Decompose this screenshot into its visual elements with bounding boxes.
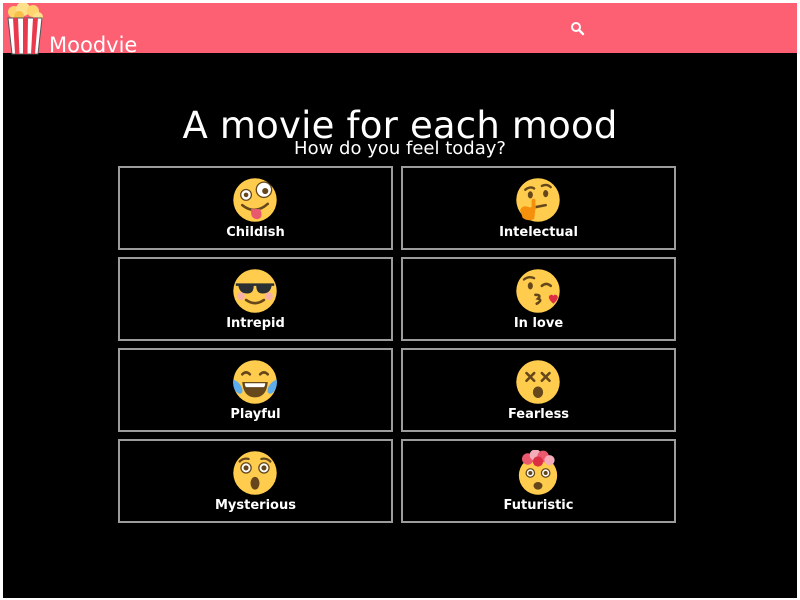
mood-label-in-love: In love: [513, 316, 564, 331]
mood-card-in-love[interactable]: In love: [401, 257, 676, 341]
page-frame: Moodvie A movie for each mood How do you…: [3, 3, 797, 598]
mood-card-childish[interactable]: Childish: [118, 166, 393, 250]
thinking-face-icon: [516, 178, 560, 222]
dizzy-face-icon: [516, 360, 560, 404]
mood-card-intrepid[interactable]: Intrepid: [118, 257, 393, 341]
astonished-face-icon: [233, 451, 277, 495]
mood-card-playful[interactable]: Playful: [118, 348, 393, 432]
sunglasses-face-icon: [233, 269, 277, 313]
exploding-head-icon: [518, 450, 558, 495]
kissing-face-icon: [516, 269, 560, 313]
mood-card-intelectual[interactable]: Intelectual: [401, 166, 676, 250]
brand-name[interactable]: Moodvie: [49, 32, 137, 58]
popcorn-icon[interactable]: [5, 3, 45, 55]
tears-of-joy-face-icon: [233, 360, 277, 404]
zany-face-icon: [233, 178, 277, 222]
mood-label-playful: Playful: [230, 407, 281, 422]
page-subtitle: How do you feel today?: [294, 138, 506, 159]
search-icon[interactable]: [570, 21, 586, 37]
navbar: Moodvie: [3, 3, 797, 57]
mood-label-intrepid: Intrepid: [226, 316, 285, 331]
mood-label-fearless: Fearless: [507, 407, 570, 422]
mood-label-mysterious: Mysterious: [215, 498, 296, 513]
mood-card-mysterious[interactable]: Mysterious: [118, 439, 393, 523]
mood-card-fearless[interactable]: Fearless: [401, 348, 676, 432]
mood-label-intelectual: Intelectual: [499, 225, 578, 240]
mood-label-futuristic: Futuristic: [503, 498, 574, 513]
mood-card-futuristic[interactable]: Futuristic: [401, 439, 676, 523]
mood-label-childish: Childish: [226, 225, 285, 240]
